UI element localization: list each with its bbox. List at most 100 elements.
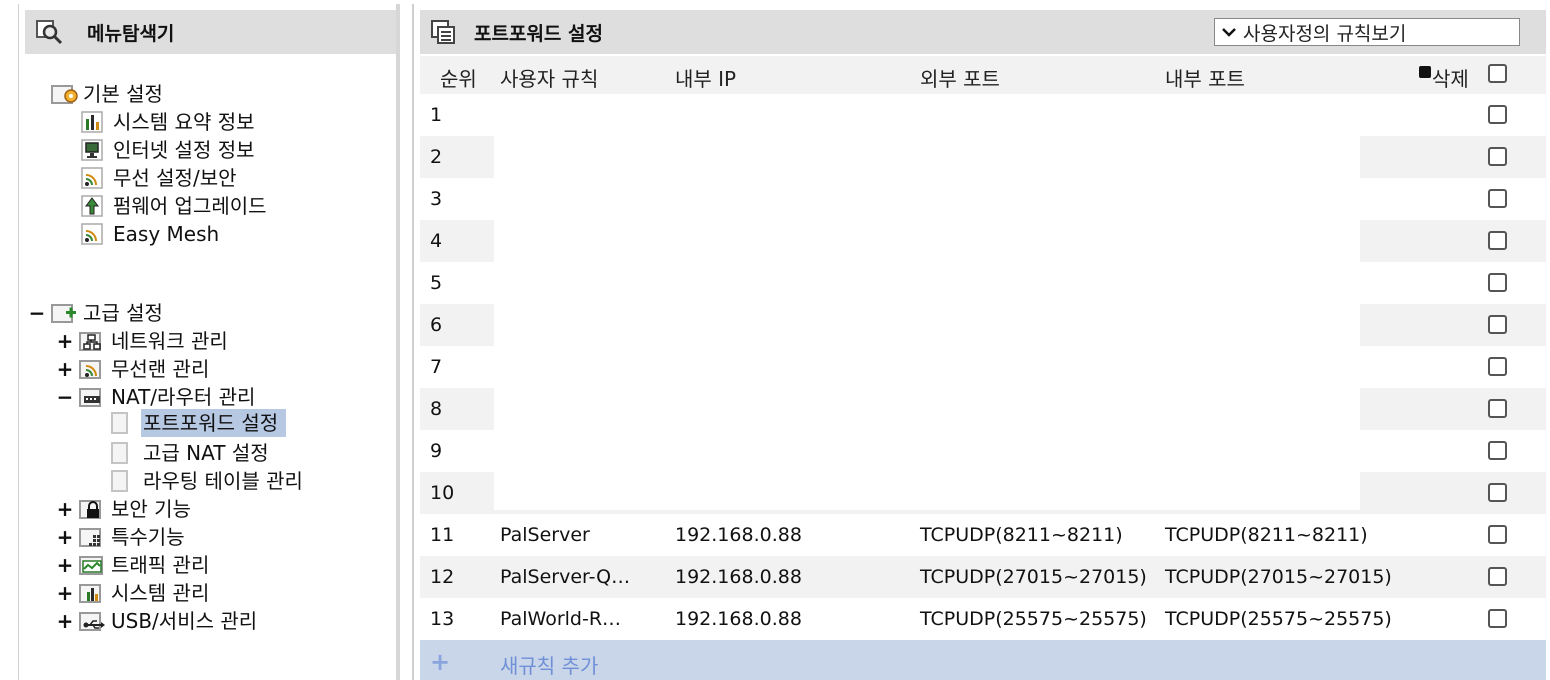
- col-external-port: 외부 포트: [920, 67, 1000, 91]
- select-all-checkbox[interactable]: [1488, 64, 1507, 83]
- bar-chart-icon: [79, 581, 109, 605]
- tree-item-wireless-security[interactable]: 무선 설정/보안: [81, 164, 245, 192]
- plus-icon: +: [430, 648, 451, 676]
- tree-item-system-summary[interactable]: 시스템 요약 정보: [81, 108, 263, 136]
- tree-group-system[interactable]: + 시스템 관리: [55, 579, 217, 607]
- row-internal-port: TCPUDP(25575~25575): [1165, 608, 1392, 630]
- page-title: 포트포워드 설정: [474, 22, 603, 45]
- row-internal-port: TCPUDP(8211~8211): [1165, 524, 1368, 546]
- selected-menu-label: 포트포워드 설정: [141, 409, 287, 437]
- chevron-down-icon: [1215, 26, 1243, 38]
- rule-view-select-value: 사용자정의 규칙보기: [1243, 22, 1407, 45]
- tree-group-nat-router[interactable]: − NAT/라우터 관리: [55, 383, 263, 411]
- table-row: 11 PalServer 192.168.0.88 TCPUDP(8211~8211)…: [420, 514, 1546, 556]
- row-internal-port: TCPUDP(27015~27015): [1165, 566, 1392, 588]
- row-order: 4: [430, 230, 443, 252]
- row-delete-checkbox[interactable]: [1488, 189, 1507, 208]
- row-delete-checkbox[interactable]: [1488, 609, 1507, 628]
- delete-marker-icon: [1419, 66, 1431, 78]
- page-icon: [111, 469, 141, 493]
- col-delete: 삭제: [1432, 67, 1469, 91]
- wireless-icon: [79, 357, 109, 381]
- row-order: 12: [430, 566, 455, 588]
- row-order: 5: [430, 272, 443, 294]
- row-delete-checkbox[interactable]: [1488, 231, 1507, 250]
- col-rule: 사용자 규칙: [500, 67, 599, 91]
- lock-icon: [79, 497, 109, 521]
- tree-item-advanced-nat[interactable]: 고급 NAT 설정: [111, 439, 277, 467]
- row-order: 10: [430, 482, 455, 504]
- monitor-icon: [81, 138, 111, 162]
- row-external-port: TCPUDP(25575~25575): [920, 608, 1147, 630]
- expand-toggle[interactable]: +: [55, 553, 75, 577]
- tree-group-special[interactable]: + 특수기능: [55, 523, 193, 551]
- row-rule-name: PalWorld-R…: [500, 608, 622, 630]
- expand-toggle[interactable]: +: [55, 609, 75, 633]
- tree-item-easy-mesh[interactable]: Easy Mesh: [81, 220, 227, 248]
- row-internal-ip: 192.168.0.88: [675, 566, 802, 588]
- row-delete-checkbox[interactable]: [1488, 315, 1507, 334]
- row-internal-ip: 192.168.0.88: [675, 608, 802, 630]
- add-rule-row[interactable]: + 새규칙 추가: [420, 640, 1546, 680]
- expand-toggle[interactable]: +: [55, 357, 75, 381]
- tree-item-firmware-upgrade[interactable]: 펌웨어 업그레이드: [81, 192, 275, 220]
- row-external-port: TCPUDP(8211~8211): [920, 524, 1123, 546]
- row-delete-checkbox[interactable]: [1488, 273, 1507, 292]
- wireless-icon: [81, 166, 111, 190]
- tree-basic-settings[interactable]: 기본 설정: [51, 80, 171, 108]
- tree-item-port-forward[interactable]: 포트포워드 설정: [111, 409, 287, 437]
- row-delete-checkbox[interactable]: [1488, 483, 1507, 502]
- row-delete-checkbox[interactable]: [1488, 147, 1507, 166]
- row-rule-name: PalServer-Q…: [500, 566, 631, 588]
- expand-toggle[interactable]: +: [55, 329, 75, 353]
- row-order: 6: [430, 314, 443, 336]
- row-delete-checkbox[interactable]: [1488, 399, 1507, 418]
- menu-explorer-title: 메뉴탐색기: [87, 22, 175, 45]
- col-internal-ip: 내부 IP: [675, 67, 737, 91]
- row-order: 7: [430, 356, 443, 378]
- row-order: 3: [430, 188, 443, 210]
- table-row: 12 PalServer-Q… 192.168.0.88 TCPUDP(27015~2…: [420, 556, 1546, 598]
- col-internal-port: 내부 포트: [1165, 67, 1245, 91]
- usb-icon: [79, 609, 109, 633]
- row-external-port: TCPUDP(27015~27015): [920, 566, 1147, 588]
- tree-group-wireless[interactable]: + 무선랜 관리: [55, 355, 217, 383]
- window-icon: [428, 17, 458, 47]
- bar-chart-icon: [81, 110, 111, 134]
- row-order: 11: [430, 524, 455, 546]
- row-internal-ip: 192.168.0.88: [675, 524, 802, 546]
- traffic-graph-icon: [79, 553, 109, 577]
- page-icon: [111, 411, 141, 435]
- rule-view-select[interactable]: 사용자정의 규칙보기: [1214, 18, 1520, 46]
- port-forward-header: 포트포워드 설정 사용자정의 규칙보기: [420, 10, 1546, 54]
- port-forward-panel: 포트포워드 설정 사용자정의 규칙보기 순위 사용자 규칙 내부 IP 외부 포…: [412, 4, 1550, 680]
- tree-group-traffic[interactable]: + 트래픽 관리: [55, 551, 217, 579]
- expand-toggle[interactable]: +: [55, 581, 75, 605]
- tree-group-security[interactable]: + 보안 기능: [55, 495, 199, 523]
- col-order: 순위: [440, 67, 477, 91]
- row-order: 8: [430, 398, 443, 420]
- search-icon: [33, 17, 67, 47]
- row-order: 9: [430, 440, 443, 462]
- grid-icon: [79, 525, 109, 549]
- row-delete-checkbox[interactable]: [1488, 357, 1507, 376]
- row-delete-checkbox[interactable]: [1488, 567, 1507, 586]
- add-rule-button[interactable]: 새규칙 추가: [500, 650, 598, 679]
- row-delete-checkbox[interactable]: [1488, 105, 1507, 124]
- table-header: 순위 사용자 규칙 내부 IP 외부 포트 내부 포트 삭제: [420, 56, 1546, 94]
- tree-group-network[interactable]: + 네트워크 관리: [55, 327, 236, 355]
- collapse-toggle[interactable]: −: [55, 385, 75, 409]
- folder-add-icon: [51, 301, 81, 325]
- tree-item-internet-info[interactable]: 인터넷 설정 정보: [81, 136, 263, 164]
- tree-item-routing-table[interactable]: 라우팅 테이블 관리: [111, 467, 311, 495]
- row-delete-checkbox[interactable]: [1488, 525, 1507, 544]
- menu-explorer-header: 메뉴탐색기: [25, 10, 396, 54]
- collapse-toggle[interactable]: −: [27, 301, 47, 325]
- tree-group-usb-service[interactable]: + USB/서비스 관리: [55, 607, 265, 635]
- tree-advanced-settings[interactable]: − 고급 설정: [27, 299, 171, 327]
- row-order: 2: [430, 146, 443, 168]
- expand-toggle[interactable]: +: [55, 525, 75, 549]
- expand-toggle[interactable]: +: [55, 497, 75, 521]
- row-delete-checkbox[interactable]: [1488, 441, 1507, 460]
- row-rule-name: PalServer: [500, 524, 590, 546]
